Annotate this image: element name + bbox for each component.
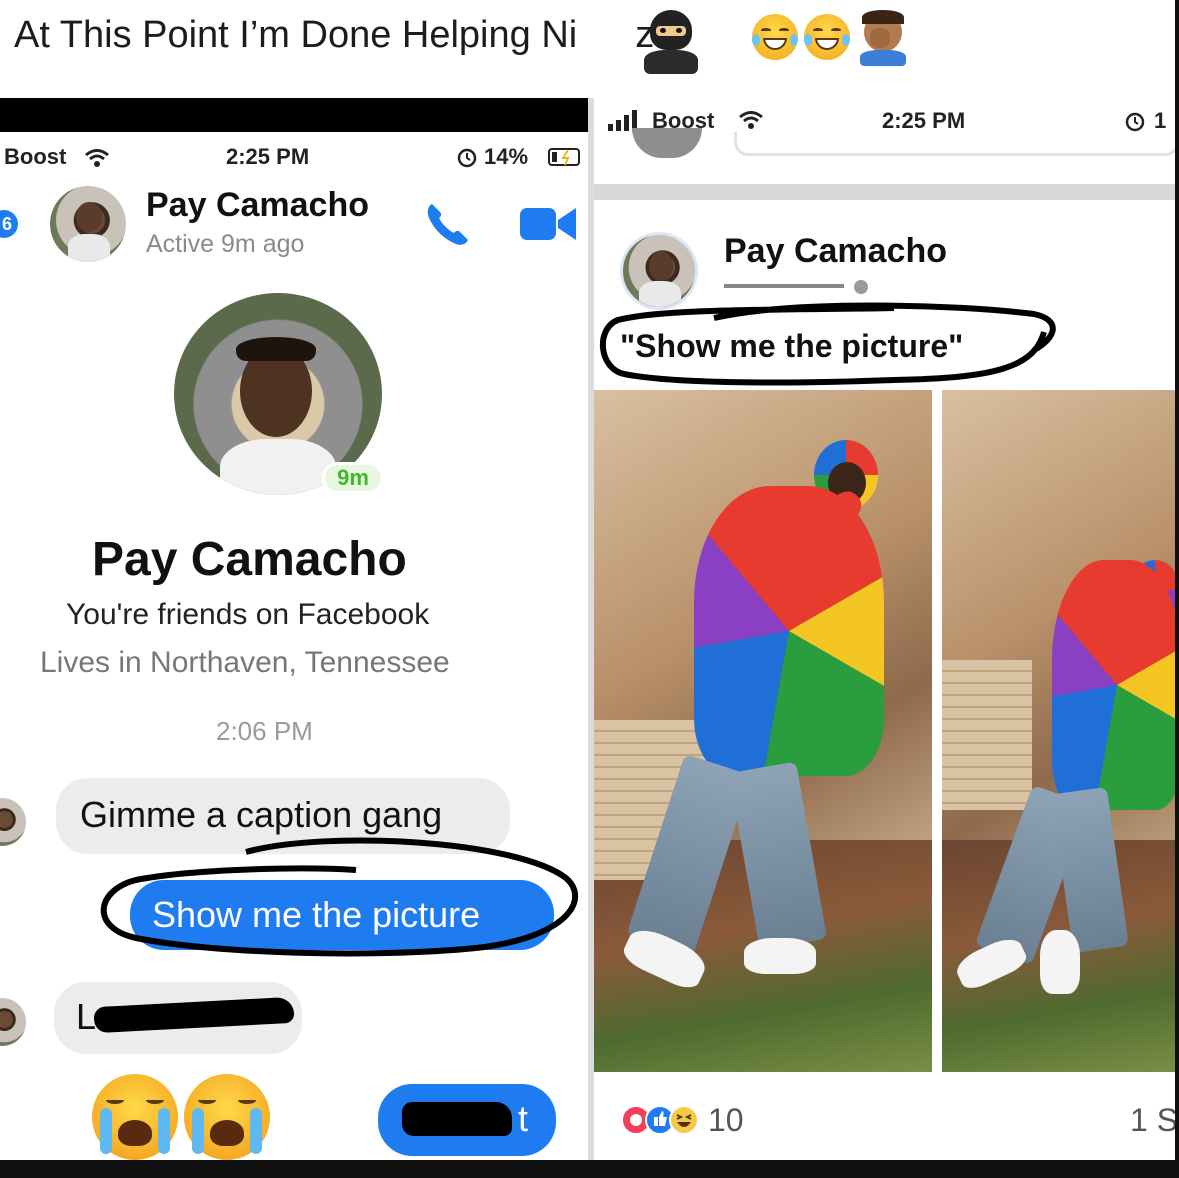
sender-avatar [0,998,26,1046]
previous-comment-box-edge [734,132,1179,156]
message-text: t [518,1098,529,1139]
messenger-screenshot: Boost 2:25 PM 14% 6 Pay Camacho Active 9… [0,98,588,1160]
wifi-icon [739,111,763,129]
message-bubble[interactable]: L [54,982,302,1054]
redaction-scribble [93,996,295,1034]
post-photo[interactable] [942,390,1179,1072]
crying-emoji-icon [92,1074,178,1160]
conversation-name[interactable]: Pay Camacho [146,186,369,225]
unread-badge[interactable]: 6 [0,210,18,238]
sent-message-bubble[interactable]: t [378,1084,556,1156]
feed-separator [594,184,1179,200]
lives-text: Lives in Northaven, Tennessee [40,646,450,679]
status-time: 2:25 PM [226,144,310,169]
post-author-name[interactable]: Pay Camacho [724,232,947,271]
fence-panel [942,660,1032,810]
active-status: Active 9m ago [146,230,305,258]
status-extra: 1 [1154,108,1167,133]
status-carrier: Boost [4,144,67,169]
avatar[interactable] [50,186,126,262]
alarm-icon [457,148,477,168]
post-photo[interactable] [594,390,932,1072]
facebook-post-screenshot: Boost 2:25 PM 1 Pay Camacho "Show me the… [594,98,1179,1160]
facepalm-emoji-icon [856,10,910,66]
crying-emoji-icon [184,1074,270,1160]
alarm-icon [1125,112,1145,132]
caption-text: At This Point I’m Done Helping Ni z [14,14,655,56]
message-timestamp: 2:06 PM [216,716,313,746]
caption-bar: At This Point I’m Done Helping Ni z [0,0,1179,74]
video-icon[interactable] [518,202,582,246]
haha-icon [669,1105,699,1135]
profile-name: Pay Camacho [92,533,407,586]
right-edge-border [1175,0,1179,1178]
battery-icon [548,148,580,166]
redaction-scribble [402,1102,512,1136]
top-black-bar [0,98,588,132]
photo-gap [932,390,942,1072]
friends-text: You're friends on Facebook [66,598,430,631]
reactions-row[interactable]: 10 [620,1100,820,1140]
marker-circle [600,302,1056,386]
share-count[interactable]: 1 S [1130,1102,1178,1139]
status-battery: 14% [484,144,529,169]
reaction-count: 10 [708,1102,744,1138]
bottom-strip [0,1160,1179,1178]
marker-circle [100,837,579,957]
laughing-emoji-icon [804,14,850,60]
previous-post-avatar-edge [632,128,702,158]
ninja-emoji-icon [640,4,702,74]
laughing-emoji-icon [752,14,798,60]
phone-icon[interactable] [422,198,474,250]
active-badge: 9m [322,462,384,494]
sender-avatar [0,798,26,846]
status-time: 2:25 PM [882,108,966,133]
wifi-icon [85,149,109,167]
